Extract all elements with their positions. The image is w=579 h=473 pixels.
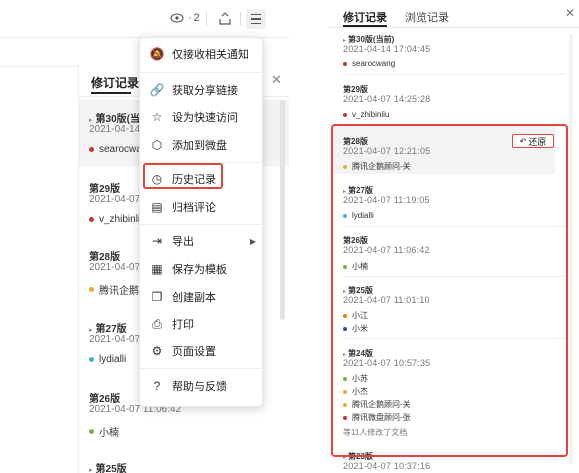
- revision-version: 第29版: [89, 184, 121, 195]
- revision-user: lydialli: [89, 354, 126, 365]
- print-icon: ⎙: [152, 316, 162, 331]
- revision-user: v_zhibinliu: [343, 110, 389, 119]
- eye-icon: [170, 13, 184, 23]
- user-color-dot: [89, 287, 94, 292]
- revision-panel-title: 修订记录: [91, 76, 140, 90]
- scrollbar[interactable]: [569, 34, 573, 464]
- toolbar-divider: [240, 12, 241, 26]
- user-color-dot: [89, 357, 94, 362]
- menu-item-create-copy[interactable]: ❐ 创建副本: [140, 286, 264, 308]
- user-color-dot: [89, 147, 94, 152]
- close-icon[interactable]: ✕: [271, 72, 282, 88]
- doc-topbar: · 2: [0, 0, 290, 38]
- more-menu-button[interactable]: [246, 9, 266, 29]
- revision-item[interactable]: ▸ 第25版: [79, 454, 289, 473]
- help-icon: ?: [153, 379, 161, 393]
- revision-time: 2021-04-07 14:25:28: [343, 94, 431, 104]
- revision-version: ▸ 第27版: [89, 324, 127, 335]
- revision-user: 小楠: [89, 424, 119, 439]
- revision-user: v_zhibinliu: [89, 214, 146, 225]
- revision-version: 第26版: [89, 394, 121, 405]
- chevron-right-icon: ▶: [249, 236, 256, 246]
- menu-item-save-template[interactable]: ▦ 保存为模板: [140, 258, 264, 280]
- user-color-dot: [343, 112, 347, 117]
- menu-divider: [140, 72, 264, 73]
- star-icon: ☆: [151, 110, 163, 124]
- template-icon: ▦: [151, 262, 163, 276]
- doc-editor-panel: · 2 修订记录 ✕ ▸ 第30版(当前) 2021-04-14 1 searocw…: [0, 0, 290, 473]
- weiyun-icon: ⬡: [151, 138, 163, 152]
- revision-version: 第28版: [89, 252, 121, 263]
- history-highlight-box: [143, 163, 223, 189]
- tab-revisions[interactable]: 修订记录: [343, 9, 387, 25]
- menu-divider: [140, 368, 264, 369]
- menu-item-page-settings[interactable]: ⚙ 页面设置: [140, 340, 264, 362]
- revision-tabs: 修订记录 浏览记录 ✕: [329, 0, 579, 28]
- user-color-dot: [343, 61, 347, 66]
- close-icon[interactable]: ✕: [565, 6, 575, 20]
- revision-history-panel: 修订记录 浏览记录 ✕ ▸ 第30版(当前) 2021-04-14 17:04:4…: [329, 0, 579, 473]
- scrollbar[interactable]: [280, 100, 285, 320]
- revision-version: ▸ 第25版: [89, 464, 127, 473]
- menu-item-notify[interactable]: 🔕 仅接收相关通知: [140, 43, 264, 65]
- menu-item-export[interactable]: ⇥ 导出 ▶: [140, 230, 264, 252]
- user-color-dot: [89, 217, 94, 222]
- bell-off-icon: 🔕: [149, 47, 165, 61]
- revisions-highlight-box: [331, 124, 568, 457]
- share-icon[interactable]: [216, 10, 234, 28]
- page-settings-icon: ⚙: [151, 344, 163, 358]
- screenshot-root: · 2 修订记录 ✕ ▸ 第30版(当前) 2021-04-14 1 searocw…: [0, 0, 579, 473]
- expand-triangle-icon: ▸: [89, 327, 93, 334]
- revision-time: 2021-04-14 17:04:45: [343, 44, 431, 54]
- revision-divider: [343, 74, 565, 75]
- menu-item-help[interactable]: ? 帮助与反馈: [140, 375, 264, 397]
- expand-triangle-icon: ▸: [89, 117, 93, 124]
- tab-underline: [343, 25, 387, 27]
- user-color-dot: [89, 429, 94, 434]
- export-icon: ⇥: [151, 234, 163, 248]
- viewer-count-value: 2: [193, 12, 200, 24]
- more-menu-dropdown: 🔕 仅接收相关通知 🔗 获取分享链接 ☆ 设为快速访问 ⬡ 添加到微盘 ◷ 历史记录 ▤ 归…: [139, 37, 264, 407]
- archive-icon: ▤: [151, 200, 163, 214]
- menu-item-add-weiyun[interactable]: ⬡ 添加到微盘: [140, 134, 264, 156]
- expand-triangle-icon: ▸: [89, 467, 93, 473]
- revision-user: searocwang: [343, 59, 395, 68]
- menu-item-print[interactable]: ⎙ 打印: [140, 313, 264, 335]
- toolbar-divider: [206, 12, 207, 26]
- link-icon: 🔗: [149, 83, 165, 97]
- revision-time: 2021-04-07 10:37:16: [343, 461, 431, 471]
- tab-browse-history[interactable]: 浏览记录: [405, 9, 449, 25]
- menu-item-share-link[interactable]: 🔗 获取分享链接: [140, 79, 264, 101]
- tab-underline: [91, 92, 131, 94]
- copy-icon: ❐: [151, 290, 163, 304]
- menu-item-archive-comments[interactable]: ▤ 归档评论: [140, 196, 264, 218]
- menu-item-quick-access[interactable]: ☆ 设为快速访问: [140, 106, 264, 128]
- viewer-count[interactable]: · 2: [170, 12, 200, 24]
- menu-divider: [140, 224, 264, 225]
